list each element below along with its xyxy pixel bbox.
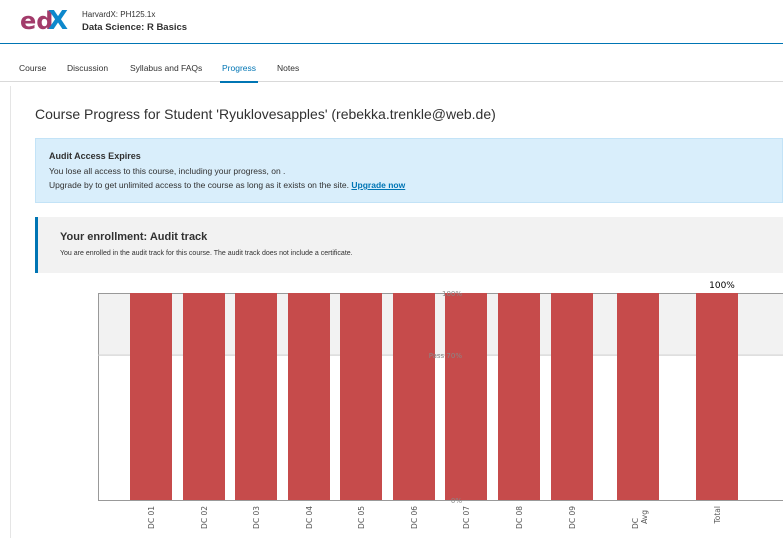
x-tick-label: DC 06: [410, 506, 419, 529]
tab-discussion[interactable]: Discussion: [67, 63, 108, 73]
progress-chart-svg: DC 01 DC 02 DC 03 DC 04 DC 05 DC 06 DC 07 DC 08…: [98, 281, 783, 529]
y-tick-label: 100%: [442, 290, 462, 298]
course-org: HarvardX: PH125.1x: [82, 10, 156, 19]
chart-bar: [288, 293, 330, 500]
tab-progress[interactable]: Progress: [219, 63, 259, 83]
enrollment-title: Your enrollment: Audit track: [60, 231, 208, 243]
page-title: Course Progress for Student 'Ryuklovesap…: [35, 106, 496, 122]
x-tick-label: DC 07: [462, 506, 471, 529]
chart-bar: [551, 293, 593, 500]
upgrade-now-link[interactable]: Upgrade now: [351, 180, 405, 190]
chart-bar: [340, 293, 382, 500]
upgrade-message: Upgrade by to get unlimited access to th…: [49, 180, 350, 190]
tab-syllabus[interactable]: Syllabus and FAQs: [130, 63, 202, 73]
chart-bar: [498, 293, 540, 500]
audit-banner-upgrade-text: Upgrade by to get unlimited access to th…: [49, 180, 405, 190]
chart-bar: [130, 293, 172, 500]
x-tick-label: DC 03: [252, 506, 261, 529]
enrollment-text: You are enrolled in the audit track for …: [60, 250, 353, 257]
x-tick-label: Total: [713, 506, 722, 525]
x-tick-label: DC 08: [515, 506, 524, 529]
course-tabs: Course Discussion Syllabus and FAQs Prog…: [0, 56, 783, 83]
chart-bar: [445, 293, 487, 500]
course-name: Data Science: R Basics: [82, 22, 188, 33]
y-tick-label: Pass 70%: [429, 352, 463, 360]
x-tick-label: DC 02: [200, 506, 209, 529]
x-tick-label: DC 01: [147, 506, 156, 529]
x-tick-label-line: DC: [631, 518, 640, 529]
site-header: ed X HarvardX: PH125.1x Data Science: R …: [0, 0, 783, 44]
chart-bar: [393, 293, 435, 500]
chart-bar: [696, 293, 738, 500]
chart-bar: [183, 293, 225, 500]
progress-chart: DC 01 DC 02 DC 03 DC 04 DC 05 DC 06 DC 07 DC 08…: [0, 275, 783, 538]
x-tick-label: DC 09: [568, 506, 577, 529]
svg-text:X: X: [48, 6, 68, 36]
y-tick-label: 0%: [451, 497, 462, 505]
audit-expiry-banner: Audit Access Expires You lose all access…: [35, 138, 783, 203]
edx-logo[interactable]: ed X: [20, 6, 72, 36]
chart-bar: [617, 293, 659, 500]
x-tick-label: DC Avg: [631, 510, 649, 529]
audit-banner-title: Audit Access Expires: [49, 151, 141, 161]
audit-banner-text: You lose all access to this course, incl…: [49, 166, 286, 176]
tab-notes[interactable]: Notes: [277, 63, 299, 73]
x-tick-label: DC 05: [357, 506, 366, 529]
tab-course[interactable]: Course: [19, 63, 46, 73]
x-tick-label: DC 04: [305, 506, 314, 529]
chart-bar: [235, 293, 277, 500]
x-tick-label-line: Avg: [640, 510, 649, 524]
enrollment-panel: Your enrollment: Audit track You are enr…: [35, 217, 783, 273]
total-value-label: 100%: [709, 281, 735, 291]
